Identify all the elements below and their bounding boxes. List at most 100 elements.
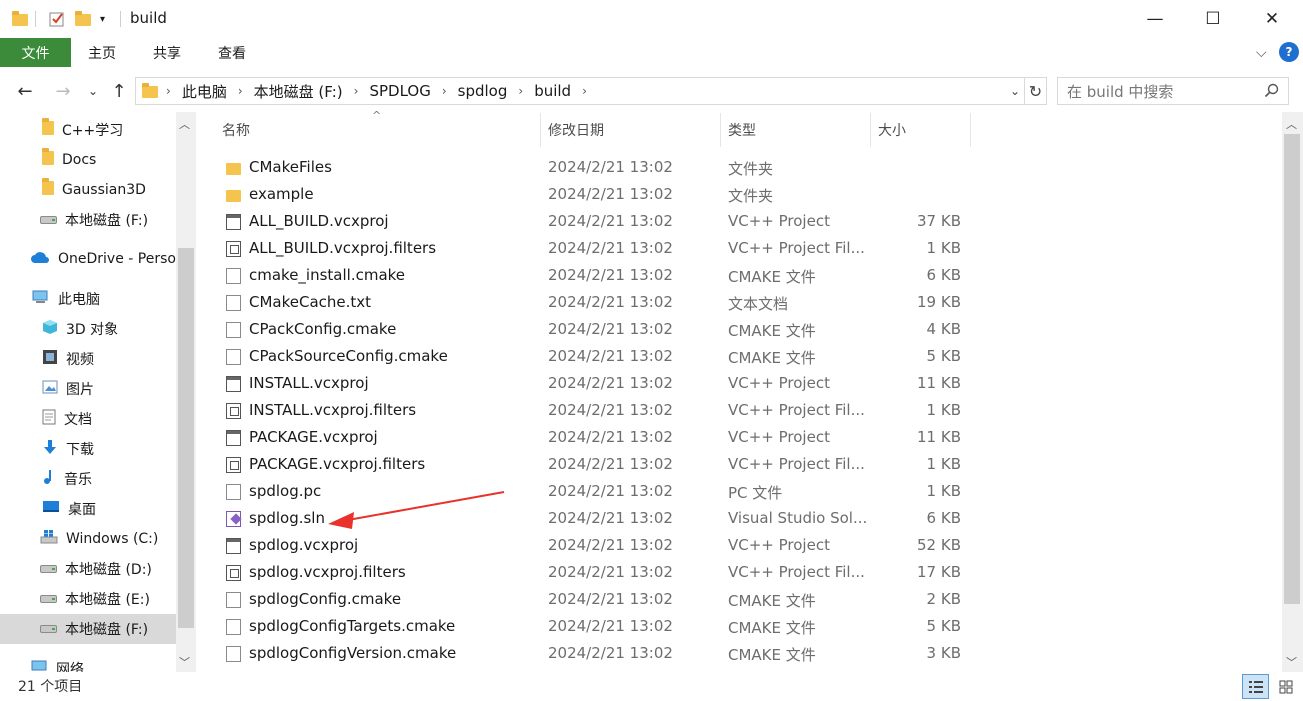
sidebar-item-2[interactable]: Gaussian3D <box>0 175 176 205</box>
tab-file[interactable]: 文件 <box>0 38 71 67</box>
sidebar-item-15[interactable]: 本地磁盘 (E:) <box>0 584 176 614</box>
file-date: 2024/2/21 13:02 <box>548 185 673 203</box>
sidebar-item-17[interactable]: 网络 <box>0 654 176 672</box>
file-row[interactable]: cmake_install.cmake 2024/2/21 13:02 CMAKE … <box>212 262 982 289</box>
vcxproj-icon <box>226 430 241 446</box>
new-folder-icon[interactable] <box>75 8 91 30</box>
breadcrumb-spdlog-root[interactable]: SPDLOG <box>369 82 430 100</box>
download-icon <box>42 439 58 459</box>
file-size: 6 KB <box>926 509 961 527</box>
file-icon <box>226 322 241 338</box>
file-list-scrollbar-thumb[interactable] <box>1284 134 1300 604</box>
search-icon[interactable] <box>1264 83 1279 102</box>
forward-button[interactable]: → <box>52 80 74 102</box>
column-type[interactable]: 类型 <box>728 113 868 147</box>
file-row[interactable]: CPackSourceConfig.cmake 2024/2/21 13:02 CM… <box>212 343 982 370</box>
search-input[interactable]: 在 build 中搜索 <box>1057 77 1289 105</box>
file-row[interactable]: PACKAGE.vcxproj 2024/2/21 13:02 VC++ Proje… <box>212 424 982 451</box>
file-row[interactable]: INSTALL.vcxproj 2024/2/21 13:02 VC++ Proje… <box>212 370 982 397</box>
column-date[interactable]: 修改日期 <box>548 113 718 147</box>
file-row[interactable]: CPackConfig.cmake 2024/2/21 13:02 CMAKE 文件… <box>212 316 982 343</box>
recent-locations-button[interactable]: ⌄ <box>86 80 100 102</box>
sidebar-item-16[interactable]: 本地磁盘 (F:) <box>0 614 176 644</box>
column-name[interactable]: 名称 <box>222 113 538 147</box>
sidebar-item-4[interactable]: OneDrive - Perso <box>0 244 176 274</box>
breadcrumb-drive-f[interactable]: 本地磁盘 (F:) <box>254 81 343 102</box>
sidebar-item-9[interactable]: 文档 <box>0 404 176 434</box>
title-bar: ▾ build — ☐ ✕ <box>0 0 1303 38</box>
sidebar-item-3[interactable]: 本地磁盘 (F:) <box>0 205 176 235</box>
file-icon <box>226 484 241 500</box>
file-row[interactable]: spdlogConfigVersion.cmake 2024/2/21 13:02… <box>212 640 982 667</box>
file-icon <box>226 268 241 284</box>
sidebar-item-10[interactable]: 下载 <box>0 434 176 464</box>
column-divider[interactable] <box>870 113 871 147</box>
ribbon-tabs: 文件 主页 共享 查看 ⌵ ? <box>0 38 1303 68</box>
list-scroll-down-icon[interactable]: ﹀ <box>1286 654 1297 670</box>
file-name: PACKAGE.vcxproj.filters <box>249 455 426 473</box>
breadcrumb-build[interactable]: build <box>534 82 571 100</box>
file-row[interactable]: PACKAGE.vcxproj.filters 2024/2/21 13:02 VC… <box>212 451 982 478</box>
file-row[interactable]: spdlog.vcxproj.filters 2024/2/21 13:02 VC+… <box>212 559 982 586</box>
close-button[interactable]: ✕ <box>1243 0 1301 38</box>
sidebar-item-5[interactable]: 此电脑 <box>0 284 176 314</box>
column-divider[interactable] <box>540 113 541 147</box>
sidebar-item-7[interactable]: 视频 <box>0 344 176 374</box>
help-icon[interactable]: ? <box>1279 42 1299 62</box>
sidebar-item-0[interactable]: C++学习 <box>0 115 176 145</box>
sidebar-item-11[interactable]: 音乐 <box>0 464 176 494</box>
details-view-icon[interactable] <box>1242 674 1269 699</box>
column-divider[interactable] <box>970 113 971 147</box>
music-icon <box>42 469 56 489</box>
large-icons-view-icon[interactable] <box>1274 675 1298 698</box>
file-row[interactable]: ALL_BUILD.vcxproj.filters 2024/2/21 13:02… <box>212 235 982 262</box>
file-name: spdlogConfigVersion.cmake <box>249 644 457 662</box>
refresh-button[interactable]: ↻ <box>1024 78 1046 104</box>
address-dropdown-icon[interactable]: ⌄ <box>1010 84 1020 98</box>
column-size[interactable]: 大小 <box>878 113 968 147</box>
sidebar-item-label: Gaussian3D <box>62 182 146 198</box>
nav-scroll-down-icon[interactable]: ﹀ <box>179 654 190 670</box>
sidebar-item-12[interactable]: 桌面 <box>0 494 176 524</box>
list-scroll-up-icon[interactable]: ︿ <box>1286 116 1297 132</box>
up-button[interactable]: ↑ <box>108 80 130 102</box>
file-row[interactable]: spdlog.vcxproj 2024/2/21 13:02 VC++ Projec… <box>212 532 982 559</box>
tab-home[interactable]: 主页 <box>88 38 116 67</box>
properties-icon[interactable] <box>48 8 66 30</box>
customize-quick-access-icon[interactable]: ▾ <box>100 8 105 30</box>
file-row[interactable]: CMakeCache.txt 2024/2/21 13:02 文本文档 19 KB <box>212 289 982 316</box>
file-date: 2024/2/21 13:02 <box>548 158 673 176</box>
nav-scrollbar-thumb[interactable] <box>178 248 194 628</box>
sidebar-item-13[interactable]: Windows (C:) <box>0 524 176 554</box>
file-row[interactable]: example 2024/2/21 13:02 文件夹 <box>212 181 982 208</box>
file-row[interactable]: CMakeFiles 2024/2/21 13:02 文件夹 <box>212 154 982 181</box>
chevron-right-icon: › <box>582 84 587 98</box>
sidebar-item-6[interactable]: 3D 对象 <box>0 314 176 344</box>
tab-view[interactable]: 查看 <box>218 38 246 67</box>
file-date: 2024/2/21 13:02 <box>548 509 673 527</box>
sidebar-item-label: 3D 对象 <box>66 322 119 338</box>
column-divider[interactable] <box>720 113 721 147</box>
file-row[interactable]: spdlogConfig.cmake 2024/2/21 13:02 CMAKE 文… <box>212 586 982 613</box>
back-button[interactable]: ← <box>14 80 36 102</box>
minimize-button[interactable]: — <box>1126 0 1184 38</box>
vcxproj-filters-icon <box>226 241 241 257</box>
file-row[interactable]: ALL_BUILD.vcxproj 2024/2/21 13:02 VC++ Pro… <box>212 208 982 235</box>
ribbon-expand-icon[interactable]: ⌵ <box>1256 38 1267 67</box>
sidebar-item-8[interactable]: 图片 <box>0 374 176 404</box>
file-row[interactable]: INSTALL.vcxproj.filters 2024/2/21 13:02 VC… <box>212 397 982 424</box>
file-size: 1 KB <box>926 401 961 419</box>
file-row[interactable]: spdlogConfigTargets.cmake 2024/2/21 13:02… <box>212 613 982 640</box>
breadcrumb-this-pc[interactable]: 此电脑 <box>182 81 227 102</box>
computer-icon <box>32 290 50 308</box>
maximize-button[interactable]: ☐ <box>1184 0 1242 38</box>
sidebar-item-1[interactable]: Docs <box>0 145 176 175</box>
nav-scroll-up-icon[interactable]: ︿ <box>179 116 190 132</box>
sidebar-item-14[interactable]: 本地磁盘 (D:) <box>0 554 176 584</box>
breadcrumb-spdlog[interactable]: spdlog <box>458 82 508 100</box>
tab-share[interactable]: 共享 <box>153 38 181 67</box>
address-bar[interactable]: › 此电脑 › 本地磁盘 (F:) › SPDLOG › spdlog › bu… <box>135 77 1047 105</box>
quick-access-folder-icon[interactable] <box>12 8 28 30</box>
title-separator <box>35 8 36 30</box>
file-type: VC++ Project <box>728 536 830 554</box>
